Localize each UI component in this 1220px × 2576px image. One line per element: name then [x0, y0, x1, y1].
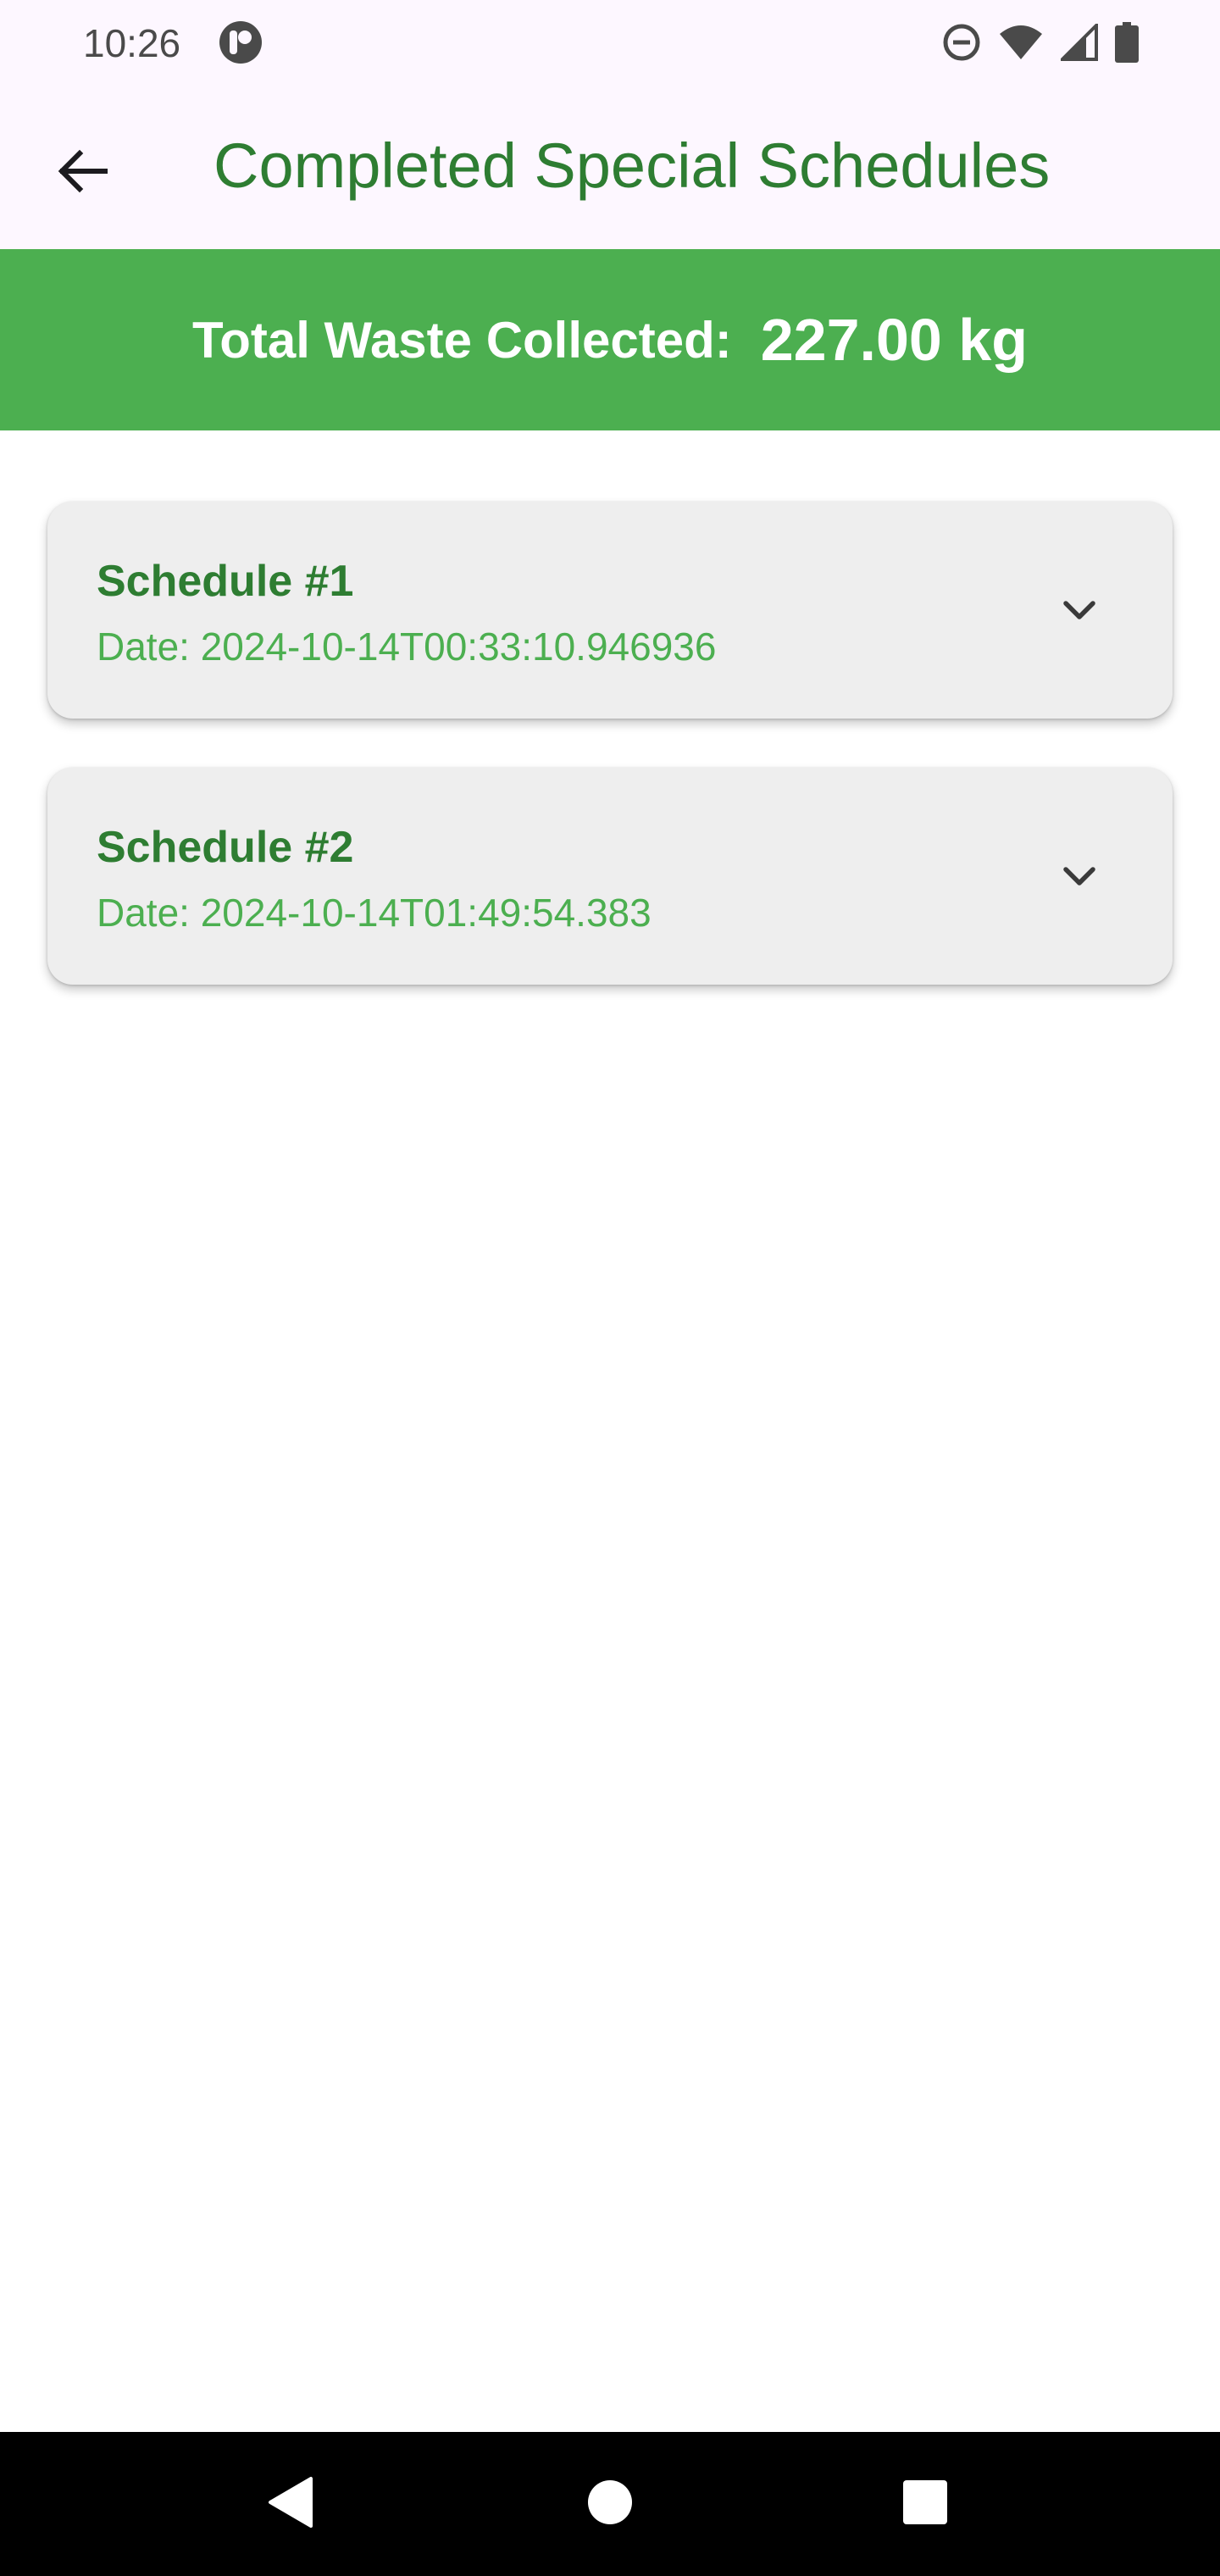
wifi-icon [998, 24, 1044, 61]
nav-home-icon [586, 2479, 634, 2530]
chevron-down-icon[interactable] [1052, 583, 1106, 637]
schedule-card[interactable]: Schedule #2 Date: 2024-10-14T01:49:54.38… [47, 768, 1173, 985]
cell-signal-icon [1061, 24, 1098, 61]
nav-home-button[interactable] [574, 2468, 646, 2540]
app-bar: Completed Special Schedules [0, 85, 1220, 249]
nav-recents-icon [901, 2479, 949, 2530]
nav-back-button[interactable] [254, 2468, 327, 2540]
schedule-title: Schedule #1 [97, 557, 354, 606]
chevron-down-icon[interactable] [1052, 849, 1106, 903]
do-not-disturb-icon [942, 23, 981, 62]
back-button[interactable] [36, 125, 130, 220]
arrow-back-icon [56, 144, 110, 203]
nav-back-icon [265, 2475, 316, 2534]
schedule-card[interactable]: Schedule #1 Date: 2024-10-14T00:33:10.94… [47, 502, 1173, 719]
app-notification-icon [219, 20, 263, 64]
page-title: Completed Special Schedules [214, 130, 1051, 201]
system-nav-bar [0, 2432, 1220, 2576]
schedule-date: Date: 2024-10-14T01:49:54.383 [97, 891, 652, 935]
status-time: 10:26 [83, 21, 181, 65]
total-waste-banner: Total Waste Collected: 227.00 kg [0, 249, 1220, 430]
status-bar: 10:26 [0, 0, 1220, 85]
total-waste-value: 227.00 kg [760, 307, 1028, 373]
nav-recents-button[interactable] [889, 2468, 962, 2540]
schedule-title: Schedule #2 [97, 823, 354, 872]
total-waste-label: Total Waste Collected: [192, 311, 732, 369]
status-icons [942, 20, 1139, 64]
schedule-date: Date: 2024-10-14T00:33:10.946936 [97, 625, 717, 669]
battery-icon [1115, 22, 1139, 63]
